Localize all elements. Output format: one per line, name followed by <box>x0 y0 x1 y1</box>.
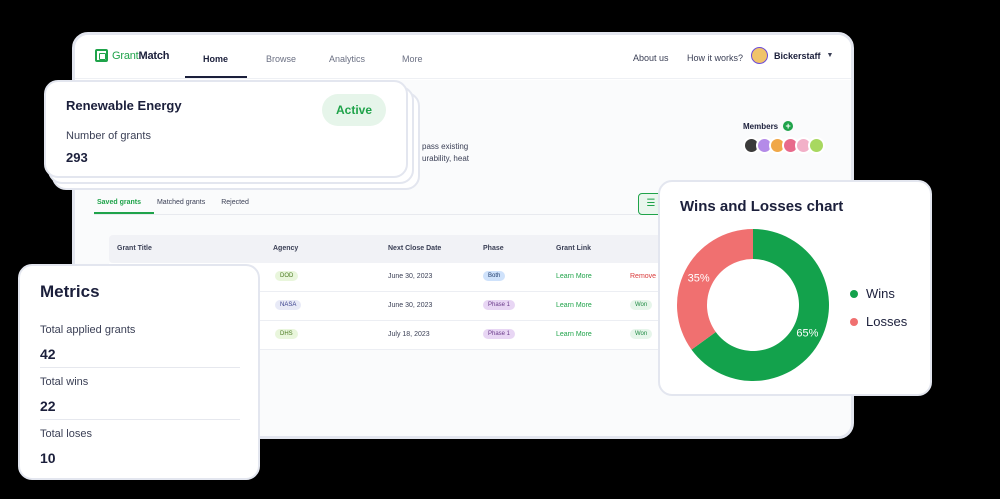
learn-more-link[interactable]: Learn More <box>556 302 592 309</box>
wins-losses-card: Wins and Losses chart 65% 35% Wins Losses <box>658 180 932 396</box>
phase-badge: Phase 1 <box>483 300 516 310</box>
column-header[interactable]: Grant Link <box>556 245 591 252</box>
chart-title: Wins and Losses chart <box>680 198 844 215</box>
metric-label: Total loses <box>40 428 92 440</box>
grantmatch-logo[interactable]: GrantMatch <box>95 49 169 62</box>
slice-losses <box>677 229 753 350</box>
about-us-link[interactable]: About us <box>633 53 669 63</box>
column-header[interactable]: Phase <box>483 245 504 252</box>
tab-rejected[interactable]: Rejected <box>221 199 249 206</box>
column-header[interactable]: Next Close Date <box>388 245 441 252</box>
learn-more-link[interactable]: Learn More <box>556 273 592 280</box>
add-member-icon[interactable]: + <box>783 121 794 131</box>
donut-chart: 65% 35% <box>677 229 829 381</box>
phase-badge: Phase 1 <box>483 329 516 339</box>
grant-sub-tabs: Saved grants Matched grants Rejected <box>97 199 249 206</box>
close-date: July 18, 2023 <box>388 331 430 338</box>
member-avatars <box>743 137 825 154</box>
menu-icon: ☰ <box>646 198 656 209</box>
legend-wins: Wins <box>850 286 895 301</box>
remove-button[interactable]: Remove <box>630 273 656 280</box>
legend-label: Wins <box>866 286 895 301</box>
chevron-down-icon: ▼ <box>826 52 834 59</box>
divider <box>40 419 240 420</box>
close-date: June 30, 2023 <box>388 302 433 309</box>
agency-badge: DOD <box>275 271 299 281</box>
user-menu[interactable]: Bickerstaff ▼ <box>751 47 833 64</box>
nav-tab-analytics[interactable]: Analytics <box>329 54 365 64</box>
column-header[interactable]: Grant Title <box>117 245 152 252</box>
members-label: Members <box>743 121 779 131</box>
divider <box>40 367 240 368</box>
logo-icon <box>95 49 108 62</box>
user-name: Bickerstaff <box>774 50 821 61</box>
grants-value: 293 <box>66 150 88 165</box>
legend-dot <box>850 289 858 298</box>
grant-description: pass existing urability, heat <box>422 142 469 163</box>
top-navbar: GrantMatch Home Browse Analytics More Ab… <box>75 35 851 79</box>
metric-value: 42 <box>40 346 56 362</box>
metrics-card: Metrics Total applied grants 42 Total wi… <box>18 264 260 480</box>
slice-label: 35% <box>688 272 710 284</box>
nav-tab-home[interactable]: Home <box>203 54 228 64</box>
won-badge: Won <box>630 300 653 310</box>
tab-saved-grants[interactable]: Saved grants <box>97 199 141 206</box>
column-header[interactable]: Agency <box>273 245 298 252</box>
card-title: Renewable Energy <box>66 98 182 113</box>
metric-label: Total applied grants <box>40 324 136 336</box>
legend-losses: Losses <box>850 314 907 329</box>
won-badge: Won <box>630 329 653 339</box>
close-date: June 30, 2023 <box>388 273 433 280</box>
status-badge: Active <box>322 94 386 126</box>
phase-badge: Both <box>483 271 506 281</box>
legend-dot <box>850 317 858 326</box>
renewable-energy-card[interactable]: Renewable Energy Active Number of grants… <box>44 80 408 178</box>
legend-label: Losses <box>866 314 908 329</box>
metric-value: 10 <box>40 450 56 466</box>
active-tab-indicator <box>185 76 247 78</box>
table-header: Grant Title Agency Next Close Date Phase… <box>109 235 679 263</box>
agency-badge: NASA <box>275 300 302 310</box>
agency-badge: DHS <box>275 329 298 339</box>
nav-tab-more[interactable]: More <box>402 54 423 64</box>
grants-label: Number of grants <box>66 130 151 142</box>
learn-more-link[interactable]: Learn More <box>556 331 592 338</box>
metric-value: 22 <box>40 398 56 414</box>
nav-tab-browse[interactable]: Browse <box>266 54 296 64</box>
tab-matched-grants[interactable]: Matched grants <box>157 199 205 206</box>
avatar <box>751 47 768 64</box>
how-it-works-link[interactable]: How it works? <box>687 53 743 63</box>
slice-label: 65% <box>796 328 818 340</box>
avatar[interactable] <box>808 137 825 154</box>
card-title: Metrics <box>40 282 100 301</box>
metric-label: Total wins <box>40 376 89 388</box>
members-section: Members + <box>743 121 825 154</box>
